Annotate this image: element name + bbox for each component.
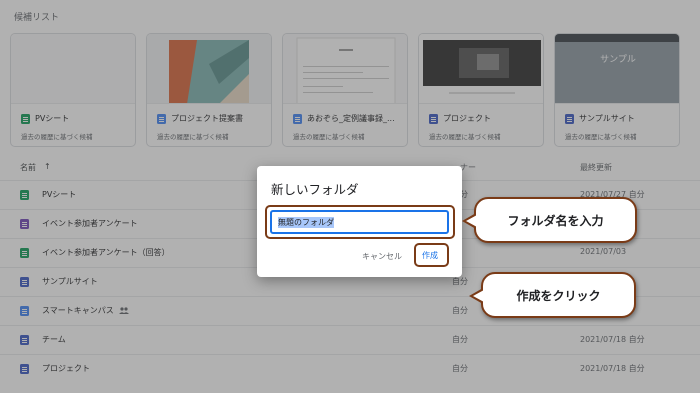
create-highlight-frame: 作成 [414,243,449,267]
create-button[interactable]: 作成 [422,250,438,261]
input-hint-callout: フォルダ名を入力 [462,197,637,243]
click-hint-callout: 作成をクリック [469,272,636,318]
folder-name-input[interactable]: 無題のフォルダ [270,210,449,234]
callout-text: 作成をクリック [516,288,601,303]
cancel-button[interactable]: キャンセル [362,251,402,262]
new-folder-dialog: 新しいフォルダ 無題のフォルダ キャンセル 作成 [257,166,462,277]
dialog-title: 新しいフォルダ [271,182,359,197]
callout-text: フォルダ名を入力 [507,213,604,228]
input-highlight-frame: 無題のフォルダ [265,205,455,239]
folder-name-selected-text: 無題のフォルダ [278,216,334,228]
